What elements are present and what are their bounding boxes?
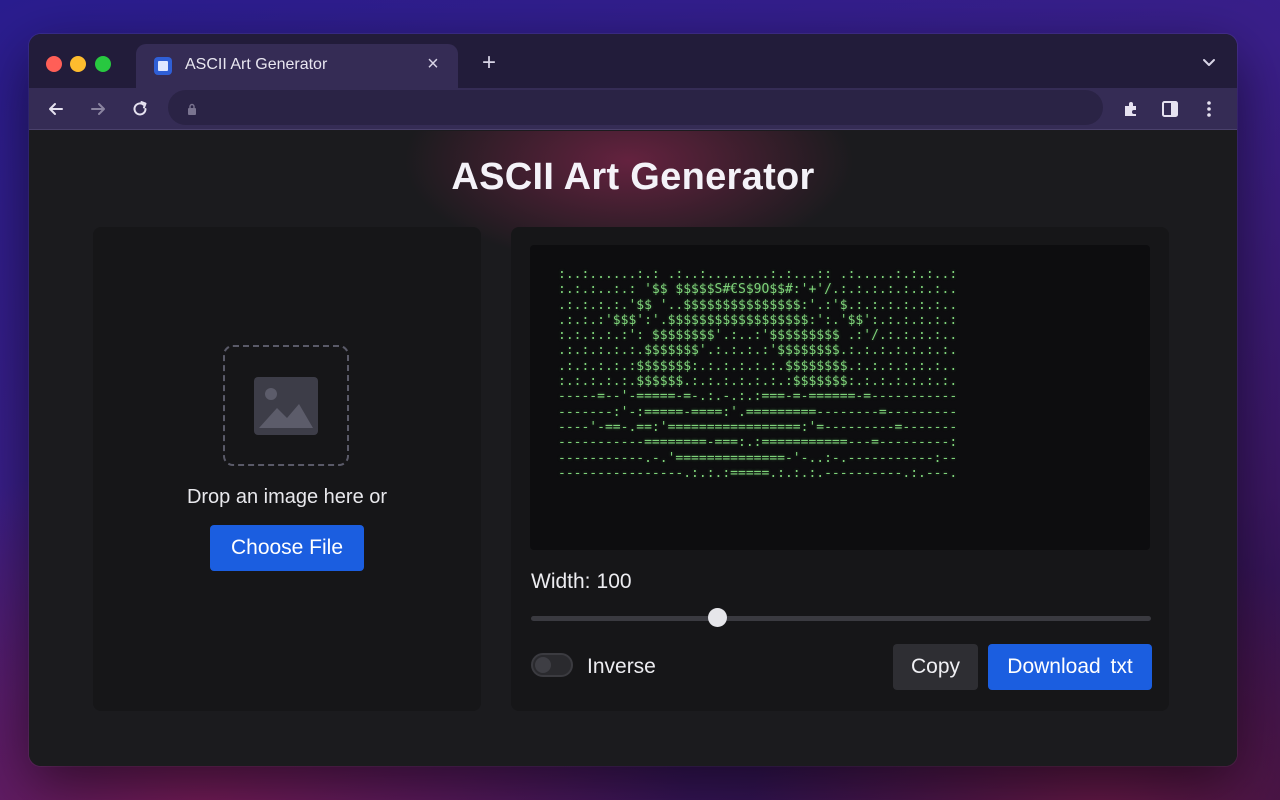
- download-txt-button[interactable]: Download txt: [988, 644, 1152, 690]
- width-value: 100: [596, 570, 632, 593]
- close-window-button[interactable]: [46, 56, 62, 72]
- drop-prompt: Drop an image here or: [186, 486, 388, 508]
- width-label-text: Width:: [531, 570, 591, 593]
- maximize-window-button[interactable]: [95, 56, 111, 72]
- back-arrow-icon[interactable]: [43, 96, 69, 122]
- inverse-toggle-knob: [535, 657, 551, 673]
- tab-bar: ASCII Art Generator × +: [29, 34, 1237, 88]
- address-bar[interactable]: [168, 90, 1103, 125]
- width-slider-thumb[interactable]: [708, 608, 727, 627]
- page-title: ASCII Art Generator: [451, 156, 815, 198]
- page-content: ASCII Art Generator Drop an image here o…: [29, 131, 1237, 766]
- browser-window: ASCII Art Generator × + ASCII Art Genera…: [29, 34, 1237, 766]
- width-slider[interactable]: [531, 608, 1151, 627]
- lock-icon: [187, 102, 197, 115]
- tab-ascii-art-generator[interactable]: ASCII Art Generator ×: [136, 44, 458, 88]
- image-icon: [223, 345, 349, 466]
- ascii-output: :..:......:.: .:..:........:.:...:: .:..…: [530, 245, 1150, 550]
- forward-arrow-icon[interactable]: [85, 96, 111, 122]
- reload-icon[interactable]: [127, 96, 153, 122]
- drop-zone[interactable]: Drop an image here or Choose File: [93, 227, 481, 711]
- copy-button[interactable]: Copy: [893, 644, 978, 690]
- favicon-icon: [154, 57, 172, 75]
- width-label: Width: 100: [531, 570, 632, 594]
- chevron-down-icon[interactable]: [1199, 52, 1219, 72]
- new-tab-icon[interactable]: +: [476, 50, 502, 76]
- choose-file-button[interactable]: Choose File: [210, 525, 364, 571]
- inverse-label: Inverse: [587, 655, 656, 678]
- ascii-art-text: :..:......:.: .:..:........:.:...:: .:..…: [558, 267, 958, 481]
- kebab-menu-icon[interactable]: [1196, 96, 1222, 122]
- tab-title: ASCII Art Generator: [185, 56, 328, 73]
- minimize-window-button[interactable]: [70, 56, 86, 72]
- browser-toolbar: [29, 88, 1237, 130]
- output-panel: :..:......:.: .:..:........:.:...:: .:..…: [511, 227, 1169, 711]
- extensions-icon[interactable]: [1118, 96, 1144, 122]
- tab-close-icon[interactable]: ×: [422, 53, 444, 75]
- inverse-toggle[interactable]: [531, 653, 573, 677]
- sidebar-icon[interactable]: [1157, 96, 1183, 122]
